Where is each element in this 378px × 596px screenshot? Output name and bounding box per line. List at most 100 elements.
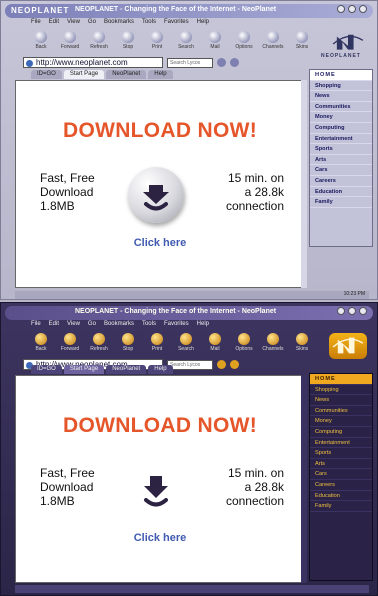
title-bar[interactable]: NEOPLANET NEOPLANET - Changing the Face … — [5, 4, 373, 18]
back-button[interactable]: Back — [29, 31, 53, 55]
stop-button[interactable]: Stop — [116, 31, 140, 55]
menu-tools[interactable]: Tools — [142, 19, 156, 29]
channels-button[interactable]: Channels — [261, 31, 285, 55]
sidebar-item-cars[interactable]: Cars — [310, 469, 372, 480]
sidebar-item-arts[interactable]: Arts — [310, 459, 372, 470]
menu-favorites[interactable]: Favorites — [164, 19, 189, 29]
sidebar-item-home[interactable]: HOME — [310, 70, 372, 81]
menu-go[interactable]: Go — [88, 19, 96, 29]
print-button[interactable]: Print — [145, 333, 169, 357]
download-button[interactable] — [128, 462, 184, 518]
stop-button[interactable]: Stop — [116, 333, 140, 357]
download-button[interactable] — [128, 167, 184, 223]
sidebar-item-news[interactable]: News — [310, 91, 372, 102]
refresh-button[interactable]: Refresh — [87, 333, 111, 357]
download-headline[interactable]: DOWNLOAD NOW! — [16, 119, 304, 143]
menu-view[interactable]: View — [67, 321, 80, 331]
menu-view[interactable]: View — [67, 19, 80, 29]
close-button[interactable] — [359, 307, 367, 315]
sidebar-item-entertainment[interactable]: Entertainment — [310, 134, 372, 145]
sidebar-item-computing[interactable]: Computing — [310, 123, 372, 134]
sidebar-item-sports[interactable]: Sports — [310, 144, 372, 155]
tab-start-page[interactable]: Start Page — [63, 70, 105, 79]
content-scrollbar[interactable] — [301, 375, 307, 583]
download-info-line: Fast, Free — [40, 171, 95, 185]
search-go-icon[interactable] — [217, 360, 226, 369]
search-options-icon[interactable] — [230, 360, 239, 369]
menu-file[interactable]: File — [31, 19, 41, 29]
sidebar-item-communities[interactable]: Communities — [310, 102, 372, 113]
search-go-icon[interactable] — [217, 58, 226, 67]
sidebar-item-sports[interactable]: Sports — [310, 448, 372, 459]
sidebar-item-shopping[interactable]: Shopping — [310, 385, 372, 396]
channels-button[interactable]: Channels — [261, 333, 285, 357]
sidebar-item-family[interactable]: Family — [310, 501, 372, 512]
menu-help[interactable]: Help — [197, 19, 209, 29]
sidebar-item-computing[interactable]: Computing — [310, 427, 372, 438]
search-button[interactable]: Search — [174, 31, 198, 55]
menu-go[interactable]: Go — [88, 321, 96, 331]
title-bar[interactable]: NEOPLANET - Changing the Face of the Int… — [5, 306, 373, 320]
minimize-button[interactable] — [337, 5, 345, 13]
sidebar-item-careers[interactable]: Careers — [310, 176, 372, 187]
maximize-button[interactable] — [348, 5, 356, 13]
sidebar-item-news[interactable]: News — [310, 395, 372, 406]
sidebar-item-communities[interactable]: Communities — [310, 406, 372, 417]
options-label: Options — [235, 44, 253, 50]
back-button[interactable]: Back — [29, 333, 53, 357]
maximize-button[interactable] — [348, 307, 356, 315]
options-button[interactable]: Options — [232, 333, 256, 357]
sidebar-item-education[interactable]: Education — [310, 187, 372, 198]
minimize-button[interactable] — [337, 307, 345, 315]
options-button[interactable]: Options — [232, 31, 256, 55]
url-field[interactable]: http://www.neoplanet.com — [23, 57, 163, 68]
sidebar-item-money[interactable]: Money — [310, 112, 372, 123]
refresh-button[interactable]: Refresh — [87, 31, 111, 55]
mail-button[interactable]: Mail — [203, 31, 227, 55]
menu-edit[interactable]: Edit — [49, 321, 59, 331]
content-scrollbar[interactable] — [301, 80, 307, 288]
tab-help[interactable]: Help — [148, 365, 173, 374]
click-here-link[interactable]: Click here — [16, 532, 304, 544]
sidebar-item-shopping[interactable]: Shopping — [310, 81, 372, 92]
tab-id-go[interactable]: ID=GO — [31, 365, 62, 374]
download-headline[interactable]: DOWNLOAD NOW! — [16, 414, 304, 438]
sidebar-item-entertainment[interactable]: Entertainment — [310, 438, 372, 449]
sidebar-item-education[interactable]: Education — [310, 491, 372, 502]
menu-favorites[interactable]: Favorites — [164, 321, 189, 331]
search-input[interactable]: Search Lycos — [167, 57, 213, 68]
close-button[interactable] — [359, 5, 367, 13]
click-here-link[interactable]: Click here — [16, 237, 304, 249]
mail-button[interactable]: Mail — [203, 333, 227, 357]
skins-icon — [296, 31, 308, 43]
sidebar-item-family[interactable]: Family — [310, 197, 372, 208]
forward-button[interactable]: Forward — [58, 31, 82, 55]
tab-start-page[interactable]: Start Page — [63, 365, 105, 374]
sidebar-item-arts[interactable]: Arts — [310, 155, 372, 166]
skins-button[interactable]: Skins — [290, 31, 314, 55]
print-button[interactable]: Print — [145, 31, 169, 55]
menu-bookmarks[interactable]: Bookmarks — [104, 321, 134, 331]
skins-button[interactable]: Skins — [290, 333, 314, 357]
channels-icon — [267, 31, 279, 43]
menu-help[interactable]: Help — [197, 321, 209, 331]
forward-button[interactable]: Forward — [58, 333, 82, 357]
menu-bar: File Edit View Go Bookmarks Tools Favori… — [31, 321, 209, 331]
search-input[interactable]: Search Lycos — [167, 359, 213, 370]
search-button[interactable]: Search — [174, 333, 198, 357]
menu-tools[interactable]: Tools — [142, 321, 156, 331]
sidebar-item-careers[interactable]: Careers — [310, 480, 372, 491]
tab-id-go[interactable]: ID=GO — [31, 70, 62, 79]
tab-neoplanet[interactable]: NeoPlanet — [106, 365, 147, 374]
menu-bookmarks[interactable]: Bookmarks — [104, 19, 134, 29]
sidebar-item-money[interactable]: Money — [310, 416, 372, 427]
tab-help[interactable]: Help — [148, 70, 173, 79]
search-icon — [180, 333, 192, 345]
search-options-icon[interactable] — [230, 58, 239, 67]
print-icon — [151, 333, 163, 345]
menu-file[interactable]: File — [31, 321, 41, 331]
tab-neoplanet[interactable]: NeoPlanet — [106, 70, 147, 79]
sidebar-item-home[interactable]: HOME — [310, 374, 372, 385]
menu-edit[interactable]: Edit — [49, 19, 59, 29]
sidebar-item-cars[interactable]: Cars — [310, 165, 372, 176]
